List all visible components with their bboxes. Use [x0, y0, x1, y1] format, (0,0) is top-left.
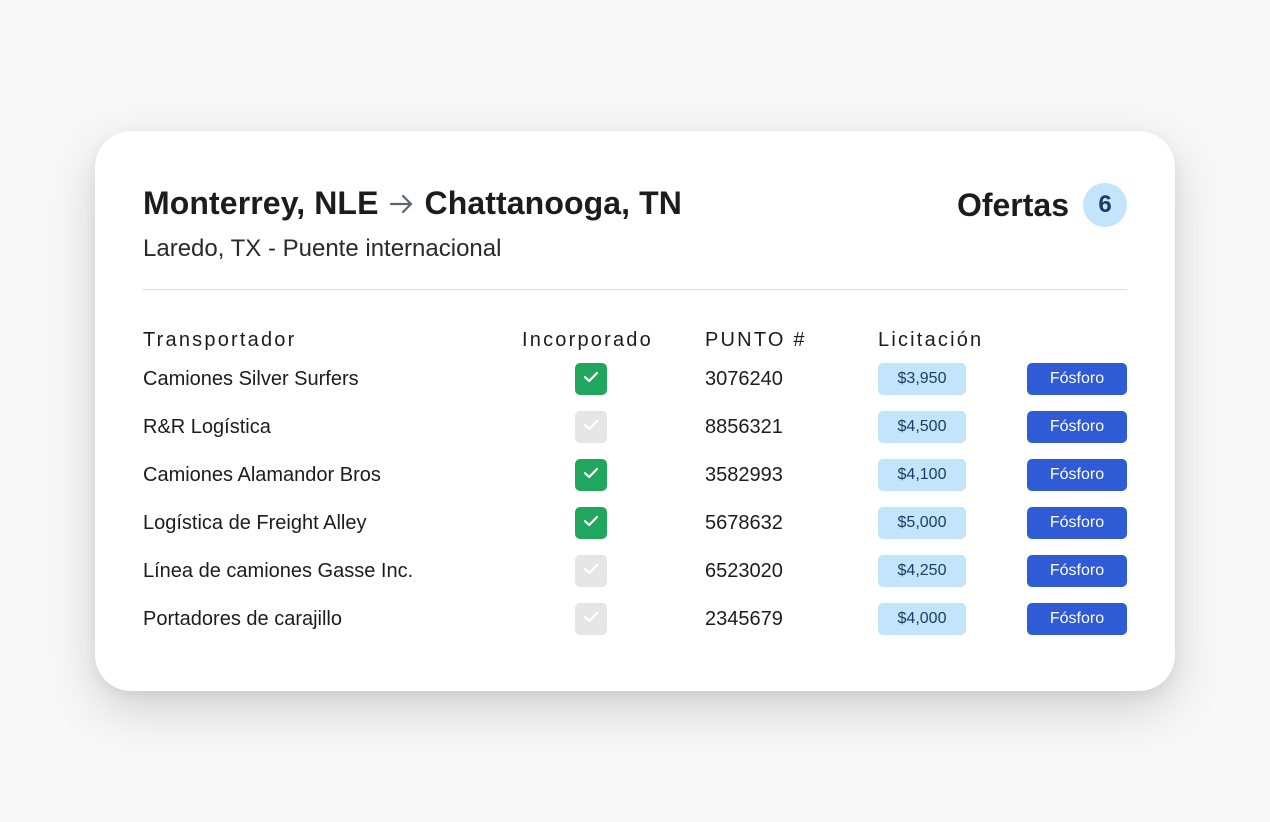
bid-badge: $4,000 — [878, 603, 966, 635]
table-row: R&R Logística 8856321 $4,500 Fósforo — [95, 411, 1175, 459]
incorporated-checkbox[interactable] — [575, 411, 607, 443]
match-button[interactable]: Fósforo — [1027, 507, 1127, 539]
offers-card: Monterrey, NLE Chattanooga, TN Ofertas 6… — [95, 131, 1175, 691]
punto-number: 5678632 — [705, 512, 783, 534]
offers-summary: Ofertas 6 — [957, 183, 1127, 227]
checkmark-icon — [583, 610, 599, 628]
table-row: Logística de Freight Alley 5678632 $5,00… — [95, 507, 1175, 555]
table-row: Línea de camiones Gasse Inc. 6523020 $4,… — [95, 555, 1175, 603]
punto-number: 3076240 — [705, 368, 783, 390]
match-button[interactable]: Fósforo — [1027, 363, 1127, 395]
match-button[interactable]: Fósforo — [1027, 411, 1127, 443]
offers-label: Ofertas — [956, 186, 1069, 223]
incorporated-checkbox[interactable] — [575, 603, 607, 635]
table-row: Camiones Alamandor Bros 3582993 $4,100 F… — [95, 459, 1175, 507]
bid-badge: $4,250 — [878, 555, 966, 587]
column-header-bid: Licitación — [878, 329, 984, 351]
column-header-incorporated: Incorporado — [522, 329, 653, 351]
match-button[interactable]: Fósforo — [1027, 555, 1127, 587]
bid-badge: $3,950 — [878, 363, 966, 395]
table-row: Camiones Silver Surfers 3076240 $3,950 F… — [95, 363, 1175, 411]
carrier-name: Camiones Alamandor Bros — [143, 464, 381, 486]
match-button[interactable]: Fósforo — [1027, 459, 1127, 491]
punto-number: 8856321 — [705, 416, 783, 438]
incorporated-checkbox[interactable] — [575, 363, 607, 395]
route-title: Monterrey, NLE Chattanooga, TN — [143, 185, 682, 222]
carrier-name: Camiones Silver Surfers — [143, 368, 359, 390]
incorporated-checkbox[interactable] — [575, 555, 607, 587]
route-origin: Monterrey, NLE — [143, 185, 379, 221]
offers-count-badge: 6 — [1083, 183, 1127, 227]
bid-badge: $5,000 — [878, 507, 966, 539]
incorporated-checkbox[interactable] — [575, 459, 607, 491]
column-header-punto: PUNTO # — [705, 329, 807, 351]
arrow-right-icon — [389, 193, 415, 215]
carrier-table-body: Camiones Silver Surfers 3076240 $3,950 F… — [95, 363, 1175, 651]
match-button[interactable]: Fósforo — [1027, 603, 1127, 635]
punto-number: 2345679 — [705, 608, 783, 630]
table-row: Portadores de carajillo 2345679 $4,000 F… — [95, 603, 1175, 651]
carrier-name: R&R Logística — [143, 416, 271, 438]
bid-badge: $4,100 — [878, 459, 966, 491]
bid-badge: $4,500 — [878, 411, 966, 443]
header-divider — [143, 289, 1127, 290]
crossing-subtitle: Laredo, TX - Puente internacional — [143, 235, 502, 262]
checkmark-icon — [583, 370, 599, 388]
route-destination: Chattanooga, TN — [424, 185, 682, 221]
carrier-name: Logística de Freight Alley — [143, 512, 367, 534]
column-header-carrier: Transportador — [143, 329, 297, 351]
punto-number: 6523020 — [705, 560, 783, 582]
carrier-name: Línea de camiones Gasse Inc. — [143, 560, 414, 582]
incorporated-checkbox[interactable] — [575, 507, 607, 539]
checkmark-icon — [583, 514, 599, 532]
carrier-name: Portadores de carajillo — [143, 608, 342, 630]
punto-number: 3582993 — [705, 464, 783, 486]
checkmark-icon — [583, 562, 599, 580]
card-header: Monterrey, NLE Chattanooga, TN Ofertas 6 — [143, 181, 1127, 231]
checkmark-icon — [583, 466, 599, 484]
checkmark-icon — [583, 418, 599, 436]
